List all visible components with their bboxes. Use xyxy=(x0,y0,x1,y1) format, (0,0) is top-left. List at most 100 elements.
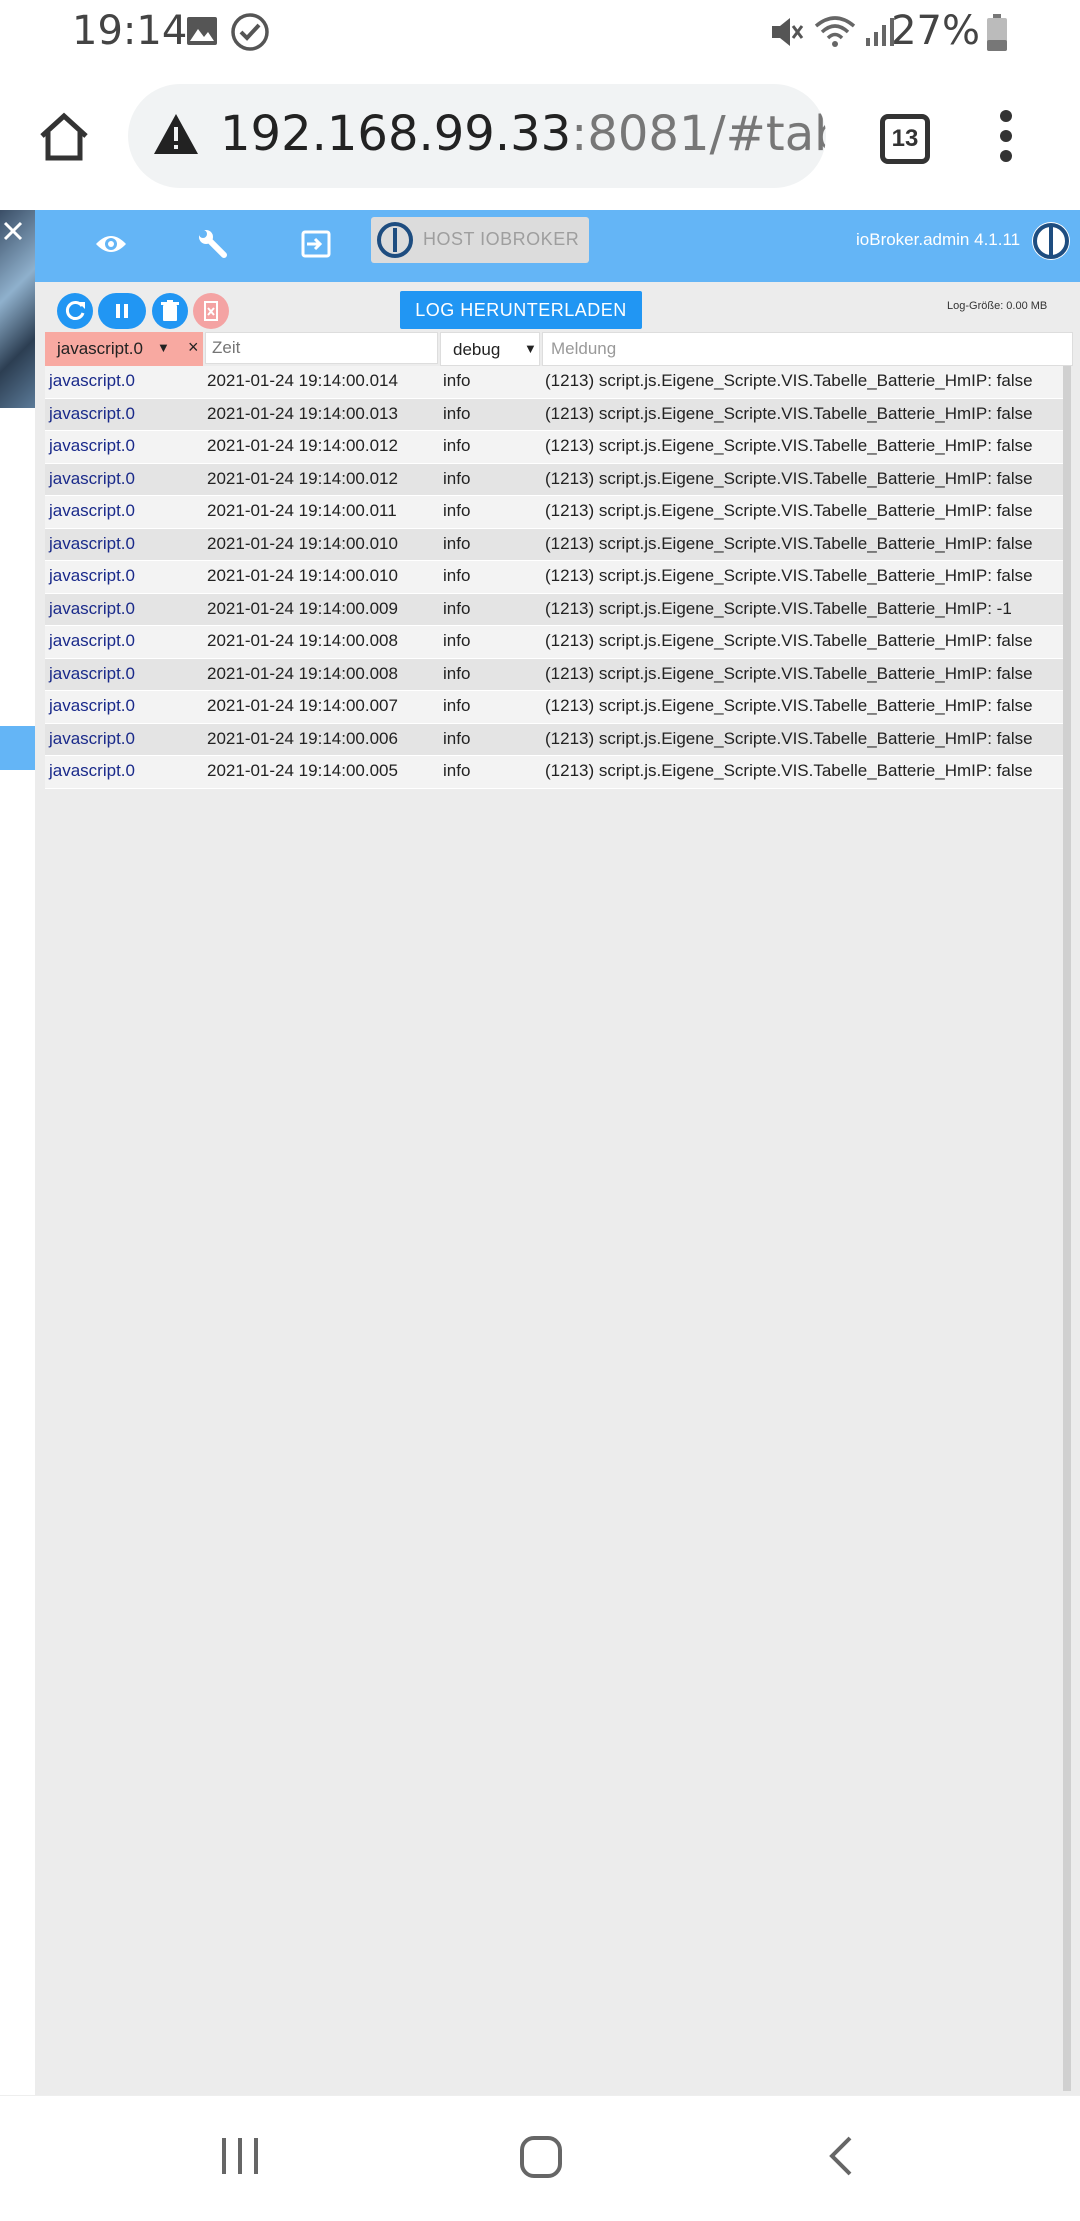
host-label: HOST IOBROKER xyxy=(423,229,580,249)
wrench-icon[interactable] xyxy=(197,228,227,263)
app-header: HOST IOBROKER ioBroker.admin 4.1.11 xyxy=(35,210,1080,282)
log-message: (1213) script.js.Eigene_Scripte.VIS.Tabe… xyxy=(545,696,1033,715)
level-filter[interactable]: debug ▼ xyxy=(440,332,540,366)
app-frame: HOST IOBROKER ioBroker.admin 4.1.11 LOG … xyxy=(0,210,1080,2095)
refresh-button[interactable] xyxy=(57,293,93,329)
log-message: (1213) script.js.Eigene_Scripte.VIS.Tabe… xyxy=(545,501,1033,520)
log-row: javascript.0 2021-01-24 19:14:00.013 info (… xyxy=(45,398,1063,431)
log-level: info xyxy=(443,728,471,748)
log-message: (1213) script.js.Eigene_Scripte.VIS.Tabe… xyxy=(545,663,1033,683)
log-source: javascript.0 xyxy=(49,598,135,618)
log-level: info xyxy=(443,598,471,618)
status-bar: 19:14 27% xyxy=(0,0,1080,66)
iobroker-logo-icon xyxy=(377,222,413,263)
more-menu-icon[interactable] xyxy=(996,110,1016,167)
log-size: Log-Größe: 0.00 MB xyxy=(947,300,1048,312)
wifi-icon xyxy=(814,14,856,55)
log-time: 2021-01-24 19:14:00.014 xyxy=(207,371,398,390)
log-source: javascript.0 xyxy=(49,566,135,585)
log-time: 2021-01-24 19:14:00.009 xyxy=(207,598,398,618)
log-source: javascript.0 xyxy=(49,631,135,650)
log-row: javascript.0 2021-01-24 19:14:00.014 info (… xyxy=(45,366,1063,399)
log-time: 2021-01-24 19:14:00.010 xyxy=(207,566,398,585)
log-row: javascript.0 2021-01-24 19:14:00.012 info (… xyxy=(45,431,1063,464)
image-icon xyxy=(186,16,218,51)
log-source: javascript.0 xyxy=(49,663,135,683)
home-icon[interactable] xyxy=(36,108,92,169)
refresh-icon xyxy=(65,301,85,320)
log-level: info xyxy=(443,436,471,455)
log-level: info xyxy=(443,663,471,683)
log-message: (1213) script.js.Eigene_Scripte.VIS.Tabe… xyxy=(545,533,1033,553)
url-bar[interactable]: 192.168.99.33:8081/#tab-log xyxy=(128,84,826,188)
log-row: javascript.0 2021-01-24 19:14:00.010 info (… xyxy=(45,528,1063,561)
url-path: :8081/#tab-log xyxy=(571,106,826,162)
recent-apps-icon[interactable] xyxy=(218,2134,262,2183)
home-nav-icon[interactable] xyxy=(518,2134,564,2185)
eye-icon[interactable] xyxy=(95,232,127,261)
log-row: javascript.0 2021-01-24 19:14:00.010 info (… xyxy=(45,561,1063,594)
log-time: 2021-01-24 19:14:00.005 xyxy=(207,761,398,780)
log-message: (1213) script.js.Eigene_Scripte.VIS.Tabe… xyxy=(545,468,1033,488)
log-time: 2021-01-24 19:14:00.006 xyxy=(207,728,398,748)
log-level: info xyxy=(443,696,471,715)
log-message: (1213) script.js.Eigene_Scripte.VIS.Tabe… xyxy=(545,566,1033,585)
log-source: javascript.0 xyxy=(49,403,135,423)
log-level: info xyxy=(443,631,471,650)
time-filter-input[interactable] xyxy=(205,332,438,364)
log-time: 2021-01-24 19:14:00.010 xyxy=(207,533,398,553)
log-row: javascript.0 2021-01-24 19:14:00.009 info (… xyxy=(45,593,1063,626)
log-message: (1213) script.js.Eigene_Scripte.VIS.Tabe… xyxy=(545,631,1033,650)
dropdown-arrow-icon: ▼ xyxy=(157,340,170,355)
dropdown-arrow-icon: ▼ xyxy=(524,341,537,356)
iobroker-logo-icon[interactable] xyxy=(1030,220,1072,267)
host-button[interactable]: HOST IOBROKER xyxy=(371,217,589,263)
check-circle-icon xyxy=(230,12,270,57)
url-text: 192.168.99.33:8081/#tab-log xyxy=(220,106,826,162)
url-host: 192.168.99.33 xyxy=(220,106,572,162)
pause-button[interactable] xyxy=(98,293,146,329)
source-filter-value: javascript.0 xyxy=(57,339,143,358)
delete-button[interactable] xyxy=(152,293,188,329)
battery-icon xyxy=(986,14,1008,57)
exit-icon[interactable] xyxy=(301,230,331,263)
log-source: javascript.0 xyxy=(49,761,135,780)
tab-switcher-button[interactable]: 13 xyxy=(880,114,930,164)
log-source: javascript.0 xyxy=(49,436,135,455)
filter-row: javascript.0 ▼ × debug ▼ Meldung xyxy=(45,332,1073,366)
log-time: 2021-01-24 19:14:00.013 xyxy=(207,403,398,423)
scrollbar[interactable] xyxy=(1063,366,1071,2091)
message-filter-input[interactable]: Meldung xyxy=(542,332,1073,366)
sidebar-active-item[interactable] xyxy=(0,726,35,770)
sidebar xyxy=(0,210,35,2095)
browser-toolbar: 192.168.99.33:8081/#tab-log 13 xyxy=(0,66,1080,210)
log-level: info xyxy=(443,566,471,585)
log-time: 2021-01-24 19:14:00.012 xyxy=(207,436,398,455)
log-source: javascript.0 xyxy=(49,696,135,715)
log-level: info xyxy=(443,468,471,488)
delete-file-icon xyxy=(204,301,218,321)
log-source: javascript.0 xyxy=(49,468,135,488)
log-message: (1213) script.js.Eigene_Scripte.VIS.Tabe… xyxy=(545,403,1033,423)
clear-filter-icon[interactable]: × xyxy=(188,337,199,358)
log-table: javascript.0 2021-01-24 19:14:00.014 info (… xyxy=(45,366,1063,789)
log-row: javascript.0 2021-01-24 19:14:00.007 info (… xyxy=(45,691,1063,724)
warning-icon[interactable] xyxy=(152,112,200,161)
log-row: javascript.0 2021-01-24 19:14:00.011 info (… xyxy=(45,496,1063,529)
source-filter[interactable]: javascript.0 ▼ × xyxy=(45,332,203,366)
log-message: (1213) script.js.Eigene_Scripte.VIS.Tabe… xyxy=(545,761,1033,780)
log-message: (1213) script.js.Eigene_Scripte.VIS.Tabe… xyxy=(545,728,1033,748)
back-icon[interactable] xyxy=(826,2134,856,2183)
log-message: (1213) script.js.Eigene_Scripte.VIS.Tabe… xyxy=(545,436,1033,455)
log-time: 2021-01-24 19:14:00.011 xyxy=(207,501,397,520)
battery-percent: 27% xyxy=(891,8,980,54)
log-message: (1213) script.js.Eigene_Scripte.VIS.Tabe… xyxy=(545,371,1033,390)
log-time: 2021-01-24 19:14:00.012 xyxy=(207,468,398,488)
log-time: 2021-01-24 19:14:00.008 xyxy=(207,663,398,683)
download-log-button[interactable]: LOG HERUNTERLADEN xyxy=(400,291,642,329)
delete-file-button[interactable] xyxy=(193,293,229,329)
log-level: info xyxy=(443,761,471,780)
status-time: 19:14 xyxy=(72,8,188,54)
close-icon[interactable] xyxy=(2,220,24,247)
log-time: 2021-01-24 19:14:00.007 xyxy=(207,696,398,715)
